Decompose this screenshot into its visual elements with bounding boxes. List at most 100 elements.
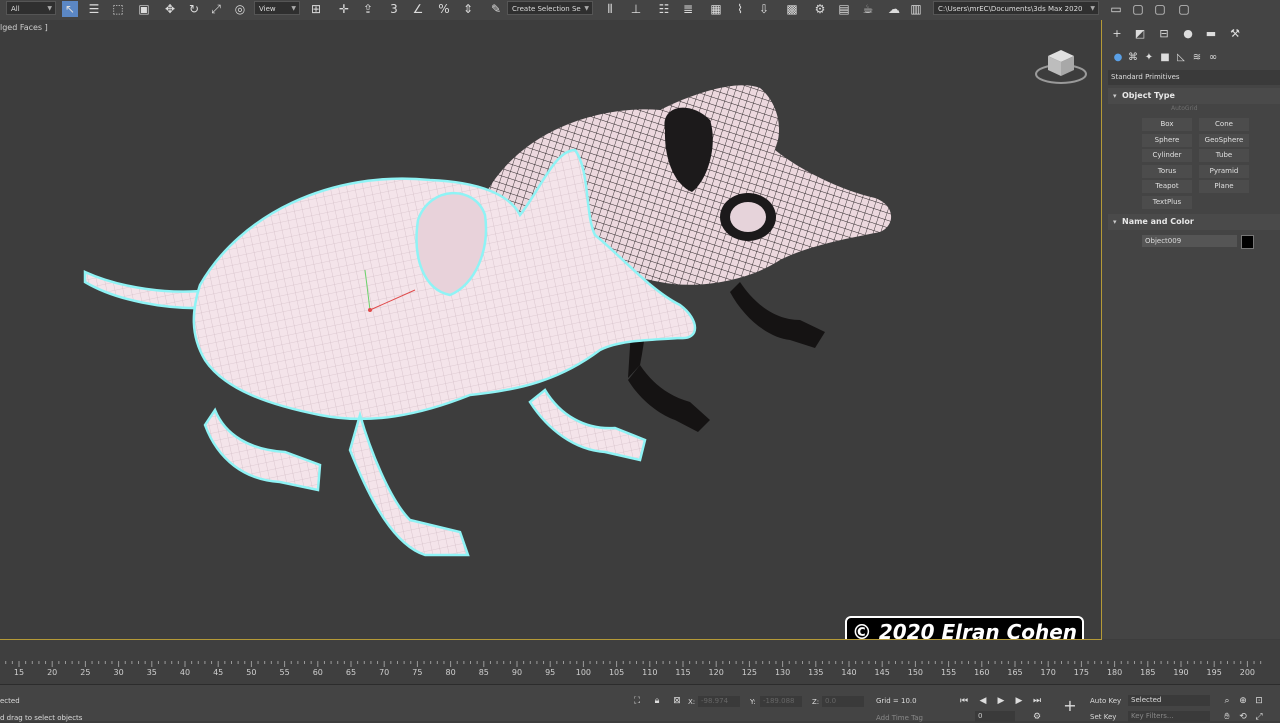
named-selection-value: Create Selection Se <box>512 5 581 13</box>
render-in-cloud-icon[interactable]: ☁ <box>886 1 902 17</box>
select-move-icon[interactable]: ✥ <box>162 1 178 17</box>
perspective-viewport[interactable]: lged Faces ] © 2020 Elran Cohen <box>0 20 1102 640</box>
helpers-icon[interactable]: ◺ <box>1174 51 1188 65</box>
object-name-field[interactable]: Object009 <box>1142 235 1237 247</box>
angle-snap-icon[interactable]: ∠ <box>410 1 426 17</box>
y-coordinate-field[interactable]: -189.088 <box>760 696 802 707</box>
align-icon[interactable]: ⊥ <box>628 1 644 17</box>
hierarchy-tab-icon[interactable]: ⊟ <box>1157 27 1171 41</box>
render-production-icon[interactable]: ☕ <box>860 1 876 17</box>
time-config-icon[interactable]: ⚙ <box>1031 711 1043 723</box>
motion-tab-icon[interactable]: ● <box>1181 27 1195 41</box>
shapes-icon[interactable]: ⌘ <box>1126 51 1140 65</box>
absolute-mode-icon[interactable]: ⊠ <box>671 695 683 707</box>
next-frame-icon[interactable]: ▶︎ <box>1013 695 1025 707</box>
zoom-all-icon[interactable]: ⊕ <box>1237 695 1249 707</box>
named-selection-dropdown[interactable]: Create Selection Se ▼ <box>507 1 593 15</box>
zoom-icon[interactable]: ⌕ <box>1221 695 1233 707</box>
orbit-icon[interactable]: ⟲ <box>1237 711 1249 723</box>
key-target-dropdown[interactable]: Selected <box>1128 695 1210 706</box>
create-geosphere-button[interactable]: GeoSphere <box>1199 133 1249 147</box>
keyboard-shortcut-icon[interactable]: ⇪ <box>360 1 376 17</box>
create-teapot-button[interactable]: Teapot <box>1142 180 1192 193</box>
toggle-ribbon-icon[interactable]: ▦ <box>708 1 724 17</box>
name-color-rollout[interactable]: ▾ Name and Color <box>1108 214 1280 230</box>
layer-explorer-icon[interactable]: ≣ <box>680 1 696 17</box>
auto-key-button[interactable]: Auto Key <box>1090 697 1121 705</box>
pivot-center-icon[interactable]: ⊞ <box>308 1 324 17</box>
scene-explorer-icon[interactable]: ☷ <box>656 1 672 17</box>
play-icon[interactable]: ▶︎ <box>995 695 1007 707</box>
go-to-end-icon[interactable]: ⏭ <box>1031 695 1043 707</box>
timeline-frame-label: 140 <box>841 668 857 677</box>
select-by-name-icon[interactable]: ☰ <box>86 1 102 17</box>
create-box-button[interactable]: Box <box>1142 118 1192 131</box>
folder-open-icon[interactable]: ▢ <box>1152 1 1168 17</box>
percent-snap-icon[interactable]: % <box>436 1 452 17</box>
spinner-snap-icon[interactable]: ⇕ <box>460 1 476 17</box>
primitive-category-dropdown[interactable]: Standard Primitives <box>1108 70 1280 85</box>
maximize-viewport-icon[interactable]: ⤢ <box>1253 711 1265 723</box>
create-cylinder-button[interactable]: Cylinder <box>1142 149 1192 162</box>
create-plane-button[interactable]: Plane <box>1199 180 1249 193</box>
create-textplus-button[interactable]: TextPlus <box>1142 195 1192 209</box>
material-editor-icon[interactable]: ▩ <box>784 1 800 17</box>
folder-icon[interactable]: ▢ <box>1130 1 1146 17</box>
timeline-frame-label: 90 <box>511 668 523 677</box>
current-frame-field[interactable]: 0 <box>975 711 1015 722</box>
key-filters-button[interactable]: Key Filters... <box>1128 711 1210 722</box>
a360-gallery-icon[interactable]: ▥ <box>908 1 924 17</box>
modify-tab-icon[interactable]: ◩ <box>1133 27 1147 41</box>
x-coordinate-field[interactable]: -98.974 <box>698 696 740 707</box>
previous-frame-icon[interactable]: ◀︎ <box>977 695 989 707</box>
placement-icon[interactable]: ◎ <box>232 1 248 17</box>
systems-icon[interactable]: ∞ <box>1206 51 1220 65</box>
display-tab-icon[interactable]: ▬ <box>1204 27 1218 41</box>
rendered-frame-window-icon[interactable]: ▤ <box>836 1 852 17</box>
lights-icon[interactable]: ✦ <box>1142 51 1156 65</box>
create-sphere-button[interactable]: Sphere <box>1142 133 1192 147</box>
rectangular-selection-icon[interactable]: ⬚ <box>110 1 126 17</box>
go-to-start-icon[interactable]: ⏮ <box>958 695 970 707</box>
space-warps-icon[interactable]: ≋ <box>1190 51 1204 65</box>
create-cone-button[interactable]: Cone <box>1199 118 1249 131</box>
reference-coordinate-dropdown[interactable]: View ▼ <box>254 1 300 15</box>
edit-named-selection-icon[interactable]: ✎ <box>488 1 504 17</box>
curve-editor-icon[interactable]: ⌇ <box>732 1 748 17</box>
add-time-tag-button[interactable]: Add Time Tag <box>876 714 923 722</box>
create-tube-button[interactable]: Tube <box>1199 149 1249 162</box>
set-key-icon[interactable]: + <box>1062 698 1078 716</box>
cameras-icon[interactable]: ■ <box>1158 51 1172 65</box>
render-setup-icon[interactable]: ⚙ <box>812 1 828 17</box>
utilities-tab-icon[interactable]: ⚒ <box>1228 27 1242 41</box>
timeline-frame-label: 170 <box>1040 668 1056 677</box>
isolate-selection-icon[interactable]: ⛶ <box>631 695 643 707</box>
autogrid-checkbox-label[interactable]: AutoGrid <box>1171 105 1198 112</box>
pan-icon[interactable]: ✋︎ <box>1221 711 1233 723</box>
mirror-icon[interactable]: ⫴ <box>602 1 618 17</box>
project-icon[interactable]: ▭ <box>1108 1 1124 17</box>
create-torus-button[interactable]: Torus <box>1142 164 1192 178</box>
object-color-swatch[interactable] <box>1241 235 1254 249</box>
select-rotate-icon[interactable]: ↻ <box>186 1 202 17</box>
create-pyramid-button[interactable]: Pyramid <box>1199 164 1249 178</box>
z-label: Z: <box>812 698 820 706</box>
select-object-icon[interactable]: ↖ <box>62 1 78 17</box>
project-folder-dropdown[interactable]: C:\Users\mrEC\Documents\3ds Max 2020 ▼ <box>933 1 1099 15</box>
viewcube-icon[interactable] <box>1034 46 1088 86</box>
z-coordinate-field[interactable]: 0.0 <box>822 696 864 707</box>
schematic-view-icon[interactable]: ⇩ <box>756 1 772 17</box>
select-scale-icon[interactable]: ⤢ <box>208 1 224 17</box>
create-tab-icon[interactable]: + <box>1110 27 1124 41</box>
geometry-icon[interactable]: ● <box>1111 51 1125 65</box>
x-label: X: <box>688 698 696 706</box>
zoom-extents-icon[interactable]: ⊡ <box>1253 695 1265 707</box>
selection-filter-dropdown[interactable]: All ▼ <box>6 1 56 15</box>
timeline-frame-label: 95 <box>545 668 556 677</box>
snaps-toggle-icon[interactable]: 3 <box>386 1 402 17</box>
object-type-rollout[interactable]: ▾ Object Type <box>1108 88 1280 104</box>
select-manipulate-icon[interactable]: ✛ <box>336 1 352 17</box>
selection-lock-icon[interactable]: 🔒︎ <box>651 695 663 707</box>
window-crossing-icon[interactable]: ▣ <box>136 1 152 17</box>
folder-new-icon[interactable]: ▢ <box>1176 1 1192 17</box>
